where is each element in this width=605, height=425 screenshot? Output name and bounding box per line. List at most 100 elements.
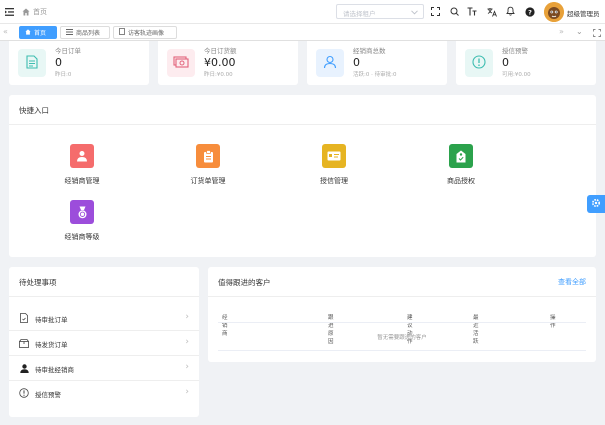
medal-icon [70,200,94,224]
divider [9,124,596,125]
settings-float-button[interactable] [587,195,605,213]
view-all-link[interactable]: 查看全部 [558,277,586,287]
followup-title: 值得跟进的客户 [218,278,271,287]
quick-access-title: 快捷入口 [19,106,49,115]
breadcrumb[interactable]: 首页 [22,7,47,17]
table-bottom-divider [218,350,586,351]
quick-item-label: 经销商管理 [64,177,100,185]
document-icon [19,313,29,323]
quick-item-label: 授信管理 [320,177,348,185]
tab-menu-chevron-icon[interactable]: ⌄ [576,27,583,36]
table-empty-text: 暂无需要跟进的客户 [377,335,427,341]
money-icon [173,56,189,70]
stat-card-today-orders: 今日订单 0 昨日:0 [9,41,149,85]
quick-item-label: 商品授权 [447,177,475,185]
box-icon [19,338,29,348]
stat-card-today-amount: 今日订货额 ¥0.00 昨日:¥0.00 [158,41,298,85]
chevron-right-icon: › [185,337,189,347]
table-header-divider [218,322,586,323]
home-icon [25,28,31,37]
chevron-right-icon: › [185,387,189,397]
todo-panel: 待处理事项 待审批订单 › 待发货订单 › 待审批经销商 › 授信预警 › [9,267,199,417]
page-icon [119,28,125,37]
chevron-right-icon: › [185,362,189,372]
tenant-select-placeholder: 请选择租户 [343,10,376,18]
tab-label: 商品列表 [76,30,101,37]
alert-icon [472,55,486,71]
home-icon [22,8,30,16]
list-icon [66,28,73,37]
chevron-right-icon: › [185,312,189,322]
stat-title: 今日订货额 [204,47,237,55]
todo-item-label: 待审批经销商 [35,366,74,374]
stat-value: 0 [353,56,360,69]
divider [208,296,596,297]
quick-item-product-authorization[interactable]: 商品授权 [416,144,506,186]
svg-text:?: ? [528,8,532,16]
font-size-icon[interactable] [466,6,477,17]
stat-title: 授信预警 [502,47,528,55]
todo-title: 待处理事项 [19,278,57,287]
top-bar: 首页 请选择租户 ? 超级管理员 [0,0,605,24]
todo-item-pending-orders[interactable]: 待审批订单 › [9,306,199,331]
quick-item-dealer-management[interactable]: 经销商管理 [37,144,127,186]
user-icon [323,55,337,71]
stat-title: 经销商总数 [353,47,386,55]
quick-item-order-management[interactable]: 订货单管理 [163,144,253,186]
avatar[interactable] [544,2,564,22]
tab-scroll-right-icon[interactable]: » [559,27,564,36]
stat-card-credit-warning: 授信预警 0 可用:¥0.00 [456,41,596,85]
bell-icon[interactable] [505,5,516,17]
tenant-select[interactable]: 请选择租户 [336,4,424,19]
stat-value: ¥0.00 [204,56,236,69]
person-icon [19,363,29,373]
stat-title: 今日订单 [55,47,81,55]
file-icon [26,55,38,71]
todo-item-pending-dealers[interactable]: 待审批经销商 › [9,356,199,381]
search-icon[interactable] [449,6,460,17]
stat-icon-box [316,49,344,77]
quick-item-credit-management[interactable]: 授信管理 [289,144,379,186]
stat-sub: 活跃:0 · 待审批:0 [353,72,397,78]
tab-bar: « 首页 商品列表 访客轨迹画像 » ⌄ [0,24,605,41]
clipboard-icon [196,144,220,168]
todo-item-label: 授信预警 [35,391,61,399]
quick-item-dealer-level[interactable]: 经销商等级 [37,200,127,242]
stat-icon-box [18,49,46,77]
dealer-icon [70,144,94,168]
stat-value: 0 [502,56,509,69]
tab-product-list[interactable]: 商品列表 [60,26,110,39]
todo-item-label: 待发货订单 [35,341,68,349]
tab-home[interactable]: 首页 [19,26,57,39]
stat-icon-box [167,49,195,77]
gear-icon [591,198,601,210]
fullscreen-icon[interactable] [430,6,441,17]
tab-label: 访客轨迹画像 [128,30,165,37]
tab-fullscreen-icon[interactable] [592,28,601,37]
todo-item-pending-shipment[interactable]: 待发货订单 › [9,331,199,356]
stat-sub: 昨日:0 [55,72,72,78]
stat-sub: 昨日:¥0.00 [204,72,233,78]
menu-toggle-icon[interactable] [4,7,14,17]
credit-card-icon [322,144,346,168]
followup-panel: 值得跟进的客户 查看全部 [208,267,596,362]
column-header-operation: 操作 [550,315,556,329]
translate-icon[interactable] [486,6,497,17]
stat-icon-box [465,49,493,77]
chevron-down-icon [411,9,418,17]
stat-sub: 可用:¥0.00 [502,72,531,78]
warning-icon [19,388,29,398]
help-icon[interactable]: ? [524,6,535,17]
divider [9,296,199,297]
stat-card-dealer-total: 经销商总数 0 活跃:0 · 待审批:0 [307,41,447,85]
tag-icon [449,144,473,168]
todo-item-label: 待审批订单 [35,316,68,324]
quick-access-panel: 快捷入口 经销商管理 订货单管理 授信管理 商品授权 经销商等级 [9,95,596,257]
todo-item-credit-warning[interactable]: 授信预警 › [9,381,199,406]
tab-scroll-left-icon[interactable]: « [3,27,8,36]
tab-visitor-trace[interactable]: 访客轨迹画像 [113,26,177,39]
user-name[interactable]: 超级管理员 [567,8,600,18]
tab-label: 首页 [34,30,47,37]
stat-value: 0 [55,56,62,69]
quick-item-label: 订货单管理 [190,177,226,185]
